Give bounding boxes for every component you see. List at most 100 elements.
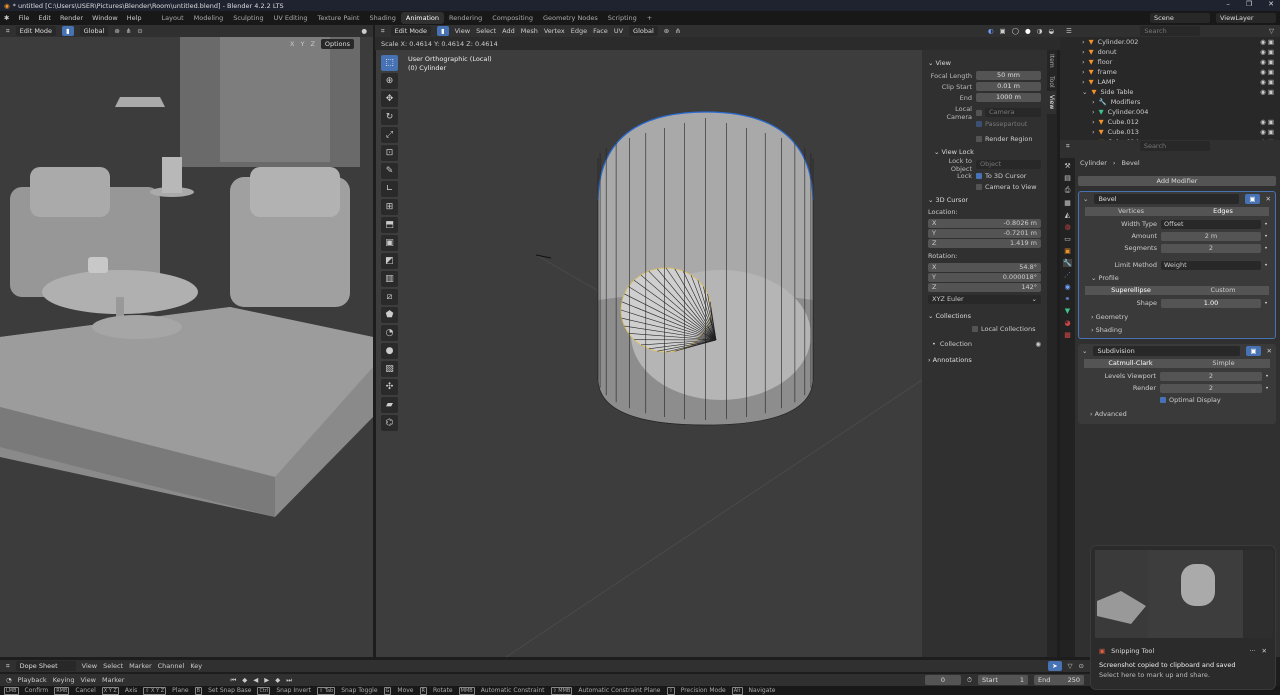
mode-selector[interactable]: Edit Mode [15, 26, 57, 36]
shrink-fatten-tool-icon[interactable]: ✣ [381, 379, 398, 395]
outliner-item[interactable]: › ▼ donut ◉ ▣ [1060, 47, 1280, 57]
passepartout-checkbox[interactable] [976, 120, 982, 127]
to-3d-cursor-checkbox[interactable] [976, 172, 982, 179]
shading-solid-icon[interactable]: ● [361, 27, 367, 35]
spin-tool-icon[interactable]: ◔ [381, 325, 398, 341]
editor-type-icon[interactable]: ⌗ [6, 662, 10, 671]
3d-cursor-section-header[interactable]: ⌄ 3D Cursor [928, 196, 1041, 204]
select-box-tool-icon[interactable]: ⬚ [381, 55, 398, 71]
jump-end-button[interactable]: ⏭ [286, 676, 292, 685]
scale-tool-icon[interactable]: ⤢ [381, 127, 398, 143]
segments-field[interactable]: 2 [1161, 243, 1261, 253]
editor-type-icon[interactable]: ⌗ [381, 27, 385, 36]
simple-option[interactable]: Simple [1177, 359, 1270, 368]
knife-tool-icon[interactable]: ⧄ [381, 289, 398, 305]
workspace-tab[interactable]: Modeling [189, 12, 229, 24]
prev-keyframe-button[interactable]: ◆ [242, 676, 247, 684]
data-tab-icon[interactable]: ▼ [1065, 307, 1070, 315]
visibility-eye-icon[interactable]: ◉ ▣ [1260, 38, 1274, 46]
select-mode-edge[interactable]: ▮ [62, 26, 74, 36]
outliner-item[interactable]: › 🔧 Modifiers [1060, 97, 1280, 107]
bevel-tool-icon[interactable]: ◩ [381, 253, 398, 269]
eye-icon[interactable]: ◉ [1035, 340, 1041, 348]
collapse-icon[interactable]: ⌄ [1082, 347, 1087, 355]
left-3d-viewport[interactable]: X Y Z Options [0, 37, 373, 657]
cursor-rotation-x-field[interactable]: X 54.8° [928, 263, 1041, 272]
render-region-checkbox[interactable] [976, 135, 982, 142]
local-camera-checkbox[interactable] [976, 109, 982, 116]
tool-tab-icon[interactable]: ⚒ [1064, 162, 1070, 170]
local-collections-checkbox[interactable] [972, 325, 978, 332]
workspace-tab[interactable]: Rendering [444, 12, 487, 24]
workspace-tab[interactable]: Animation [400, 12, 445, 24]
add-modifier-button[interactable]: Add Modifier [1078, 176, 1276, 186]
viewport-menu[interactable]: Face [593, 27, 608, 35]
menu-window[interactable]: Window [92, 14, 118, 22]
render-tab-icon[interactable]: ▤ [1064, 174, 1071, 182]
viewport-menu[interactable]: Mesh [521, 27, 538, 35]
menu-render[interactable]: Render [60, 14, 83, 22]
chevron-right-icon[interactable]: › [1082, 68, 1085, 76]
shading-wire-icon[interactable]: ◯ [1012, 27, 1019, 35]
outliner-item[interactable]: › ▼ Cylinder.004 [1060, 107, 1280, 117]
proportional-icon[interactable]: ⊙ [1079, 662, 1084, 670]
limit-method-dropdown[interactable]: Weight [1161, 260, 1261, 270]
editor-type-icon[interactable]: ◔ [6, 676, 12, 684]
clip-end-field[interactable]: 1000 m [976, 93, 1041, 102]
camera-to-view-checkbox[interactable] [976, 183, 982, 190]
visibility-eye-icon[interactable]: ◉ ▣ [1260, 58, 1274, 66]
editor-type-icon[interactable]: ⌗ [1066, 142, 1070, 151]
tab-tool[interactable]: Tool [1047, 72, 1056, 92]
dopesheet-menu[interactable]: Select [103, 662, 123, 670]
clip-start-field[interactable]: 0.01 m [976, 82, 1041, 91]
mode-selector[interactable]: Edit Mode [390, 26, 432, 36]
rotate-tool-icon[interactable]: ↻ [381, 109, 398, 125]
constraints-tab-icon[interactable]: ⚭ [1065, 295, 1071, 303]
transform-tool-icon[interactable]: ⊡ [381, 145, 398, 161]
display-mode-icon[interactable]: ☰ [1066, 27, 1072, 35]
move-tool-icon[interactable]: ✥ [381, 91, 398, 107]
more-icon[interactable]: ··· [1249, 647, 1255, 655]
workspace-tab[interactable]: Sculpting [228, 12, 268, 24]
world-tab-icon[interactable]: ◍ [1064, 223, 1070, 231]
chevron-right-icon[interactable]: › [1092, 108, 1095, 116]
camera-field[interactable]: Camera [985, 108, 1041, 117]
snap-icon[interactable]: ⋔ [126, 27, 131, 35]
select-mode-edge[interactable]: ▮ [437, 26, 449, 36]
delete-icon[interactable]: ✕ [1266, 195, 1271, 203]
axis-x[interactable]: X [290, 40, 294, 48]
close-button[interactable]: ✕ [1268, 0, 1274, 8]
viewport-menu[interactable]: Edge [571, 27, 587, 35]
center-3d-viewport[interactable]: User Orthographic (Local) (0) Cylinder ⬚… [376, 50, 922, 657]
outliner-item[interactable]: › ▼ Cylinder.002 ◉ ▣ [1060, 37, 1280, 47]
axis-z[interactable]: Z [310, 40, 314, 48]
visibility-eye-icon[interactable]: ◉ ▣ [1260, 118, 1274, 126]
rotation-mode-dropdown[interactable]: XYZ Euler ⌄ [928, 295, 1041, 304]
lock-object-field[interactable]: Object [976, 160, 1041, 169]
particles-tab-icon[interactable]: ⋰ [1064, 271, 1071, 279]
render-levels-field[interactable]: 2 [1160, 383, 1262, 393]
texture-tab-icon[interactable]: ▩ [1064, 331, 1071, 339]
timeline-menu[interactable]: View [81, 676, 96, 684]
annotate-tool-icon[interactable]: ✎ [381, 163, 398, 179]
optimal-display-checkbox[interactable] [1160, 397, 1166, 403]
workspace-tab[interactable]: Layout [157, 12, 189, 24]
viewport-menu[interactable]: Vertex [544, 27, 565, 35]
profile-subpanel-header[interactable]: ⌄ Profile [1091, 274, 1263, 282]
chevron-right-icon[interactable]: › [1092, 128, 1095, 136]
tab-item[interactable]: Item [1047, 50, 1056, 72]
workspace-tab[interactable]: Texture Paint [313, 12, 365, 24]
viewport-menu[interactable]: Add [502, 27, 515, 35]
dopesheet-menu[interactable]: Key [190, 662, 202, 670]
tab-view[interactable]: View [1047, 91, 1056, 114]
edge-slide-tool-icon[interactable]: ▧ [381, 361, 398, 377]
outliner-item[interactable]: › ▼ floor ◉ ▣ [1060, 57, 1280, 67]
shading-solid-icon[interactable]: ● [1025, 27, 1031, 35]
focal-length-field[interactable]: 50 mm [976, 71, 1041, 80]
outliner-item[interactable]: › ▼ Cube.012 ◉ ▣ [1060, 117, 1280, 127]
filter-icon[interactable]: ▽ [1269, 27, 1274, 35]
modifier-name-field[interactable]: Bevel [1094, 194, 1240, 204]
view-layer-tab-icon[interactable]: ▦ [1064, 199, 1071, 207]
orientation-selector[interactable]: Global [629, 26, 658, 36]
dope-sheet-mode-dropdown[interactable]: Dope Sheet [15, 661, 76, 671]
